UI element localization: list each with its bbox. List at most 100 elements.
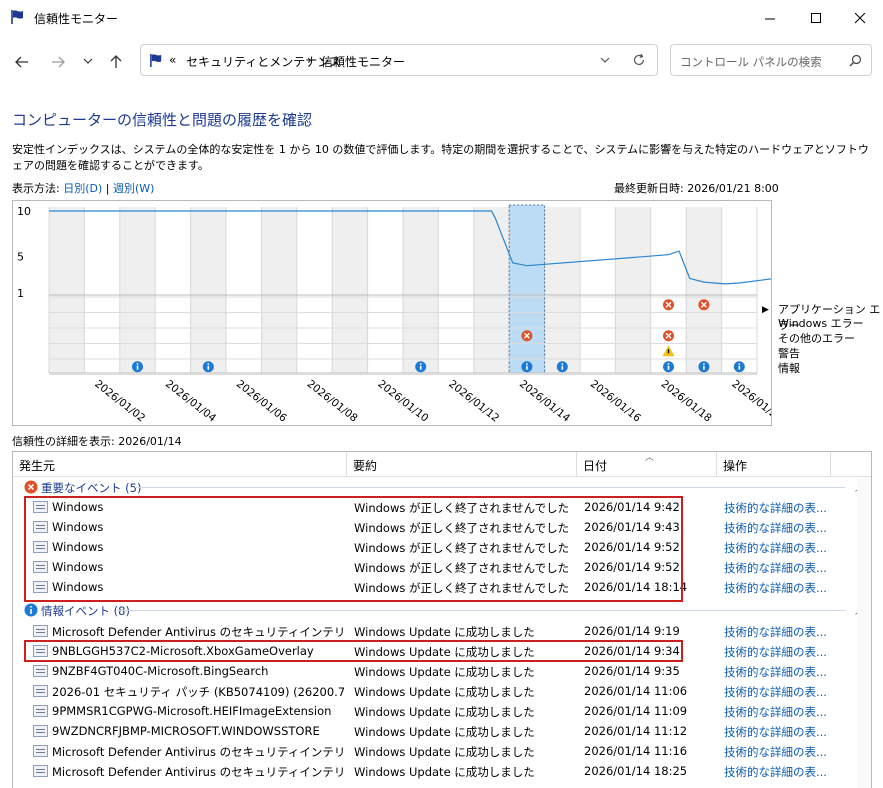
chart-selected-day [508,204,546,374]
view-technical-details-link[interactable]: 技術的な詳細の表... [724,500,844,516]
breadcrumb-security-maintenance[interactable]: セキュリティとメンテナンス [186,53,341,70]
cell-date: 2026/01/14 11:16 [584,744,688,758]
navigation-bar: « セキュリティとメンテナンス › 信頼性モニター コントロール パネルの検索 [0,36,883,86]
chart-column-shade [473,207,510,373]
x-tick-label: 2026/01/12 [446,378,501,425]
cell-summary: Windows Update に成功しました [354,665,535,679]
group-critical-events[interactable]: 重要なイベント (5) ︿ [13,477,871,497]
scroll-right-button[interactable]: ▶ [762,305,769,315]
up-button[interactable] [106,52,126,72]
info-icon [24,603,38,617]
minimize-icon [764,18,775,19]
info-icon-mark [738,365,741,370]
cell-source: Microsoft Defender Antivirus のセキュリティインテリ… [52,765,344,779]
warning-icon-mark [667,349,670,354]
group-divider [135,487,845,488]
view-technical-details-link[interactable]: 技術的な詳細の表... [724,560,844,576]
view-technical-details-link[interactable]: 技術的な詳細の表... [724,684,844,700]
chart-column-shade [615,207,651,373]
table-row[interactable]: Microsoft Defender Antivirus のセキュリティインテリ… [13,741,871,761]
scrollbar[interactable] [857,477,871,788]
recent-locations-button[interactable] [78,52,98,72]
arrow-right-icon [52,56,65,68]
event-source-icon [33,765,48,777]
table-row[interactable]: 9NZBF4GT040C-Microsoft.BingSearch Windows… [13,661,871,681]
info-icon-dot [703,363,705,365]
chart-column-shade [403,207,439,373]
page-title: コンピューターの信頼性と問題の履歴を確認 [12,111,313,129]
table-row[interactable]: Microsoft Defender Antivirus のセキュリティインテリ… [13,761,871,781]
cell-source: Microsoft Defender Antivirus のセキュリティインテリ… [52,625,344,639]
info-icon-mark [667,365,670,370]
group-critical-label: 重要なイベント (5) [41,481,142,495]
chart-column-shade [332,207,368,373]
legend-other-error: その他のエラー [778,332,855,345]
cell-date: 2026/01/14 9:35 [584,664,680,678]
view-daily-link[interactable]: 日別(D) [63,182,102,195]
column-header-source[interactable]: 発生元 [13,452,347,476]
reliability-chart[interactable]: 10 5 1 2026/01/02 2026/01/04 2026/01/06 2026/0… [12,200,785,426]
arrow-left-icon [15,56,28,68]
table-row[interactable]: 9WZDNCRFJBMP-MICROSOFT.WINDOWSSTORE Windo… [13,721,871,741]
highlight-critical-events [24,496,683,602]
view-technical-details-link[interactable]: 技術的な詳細の表... [724,540,844,556]
legend-windows-error: Windows エラー [778,317,864,330]
details-label: 信頼性の詳細を表示: 2026/01/14 [12,435,182,448]
address-overflow[interactable]: « [169,53,176,67]
info-icon-dot [526,363,528,365]
minimize-button[interactable] [747,0,793,36]
address-bar[interactable]: « セキュリティとメンテナンス › 信頼性モニター [140,44,658,76]
info-icon-mark [561,365,564,370]
view-technical-details-link[interactable]: 技術的な詳細の表... [724,744,844,760]
info-icon-mark [136,365,139,370]
view-weekly-link[interactable]: 週別(W) [113,182,154,195]
search-placeholder[interactable]: コントロール パネルの検索 [680,54,822,70]
flag-icon [150,53,162,68]
highlight-xbox-row [24,640,683,662]
info-icon-dot [667,363,670,365]
view-mode-separator: | [105,182,110,195]
event-source-icon [33,745,48,757]
group-divider [117,610,845,611]
breadcrumb-separator: › [307,53,312,67]
x-tick-label: 2026/01/04 [163,378,218,425]
search-box[interactable]: コントロール パネルの検索 [670,44,872,76]
cell-summary: Windows Update に成功しました [354,765,535,779]
view-technical-details-link[interactable]: 技術的な詳細の表... [724,644,844,660]
chevron-down-icon[interactable] [600,57,610,65]
search-icon[interactable] [849,54,862,67]
view-technical-details-link[interactable]: 技術的な詳細の表... [724,764,844,780]
view-technical-details-link[interactable]: 技術的な詳細の表... [724,724,844,740]
maximize-button[interactable] [793,0,839,36]
breadcrumb-reliability-monitor[interactable]: 信頼性モニター [321,53,405,70]
table-row[interactable]: 9PMMSR1CGPWG-Microsoft.HEIFImageExtensio… [13,701,871,721]
forward-button[interactable] [48,52,68,72]
view-technical-details-link[interactable]: 技術的な詳細の表... [724,520,844,536]
cell-summary: Windows Update に成功しました [354,745,535,759]
close-button[interactable] [837,0,883,36]
reliability-chart-svg[interactable]: 10 5 1 2026/01/02 2026/01/04 2026/01/06 2026/0… [13,201,785,425]
refresh-icon[interactable] [632,53,646,67]
back-button[interactable] [12,52,32,72]
cell-date: 2026/01/14 18:25 [584,764,688,778]
x-tick-label: 2026/01/10 [375,378,430,425]
cell-summary: Windows Update に成功しました [354,625,535,639]
chart-column-shade [49,207,85,373]
group-info-events[interactable]: 情報イベント (8) ︿ [13,600,871,620]
info-icon-mark [207,365,210,370]
cell-date: 2026/01/14 11:09 [584,704,688,718]
table-row[interactable]: 2026-01 セキュリティ パッチ (KB5074109) (26200.76… [13,681,871,701]
view-technical-details-link[interactable]: 技術的な詳細の表... [724,664,844,680]
arrow-up-icon [110,55,122,68]
x-tick-label: 2026/01/02 [92,378,147,425]
cell-source: 9WZDNCRFJBMP-MICROSOFT.WINDOWSSTORE [52,724,320,738]
view-technical-details-link[interactable]: 技術的な詳細の表... [724,704,844,720]
column-header-action[interactable]: 操作 [717,452,831,476]
x-tick-label: 2026/01/16 [588,378,643,425]
view-technical-details-link[interactable]: 技術的な詳細の表... [724,624,844,640]
legend-information: 情報 [778,362,800,375]
column-header-summary[interactable]: 要約 [347,452,577,476]
view-technical-details-link[interactable]: 技術的な詳細の表... [724,580,844,596]
table-row[interactable]: Microsoft Defender Antivirus のセキュリティインテリ… [13,621,871,641]
close-icon [854,12,865,23]
